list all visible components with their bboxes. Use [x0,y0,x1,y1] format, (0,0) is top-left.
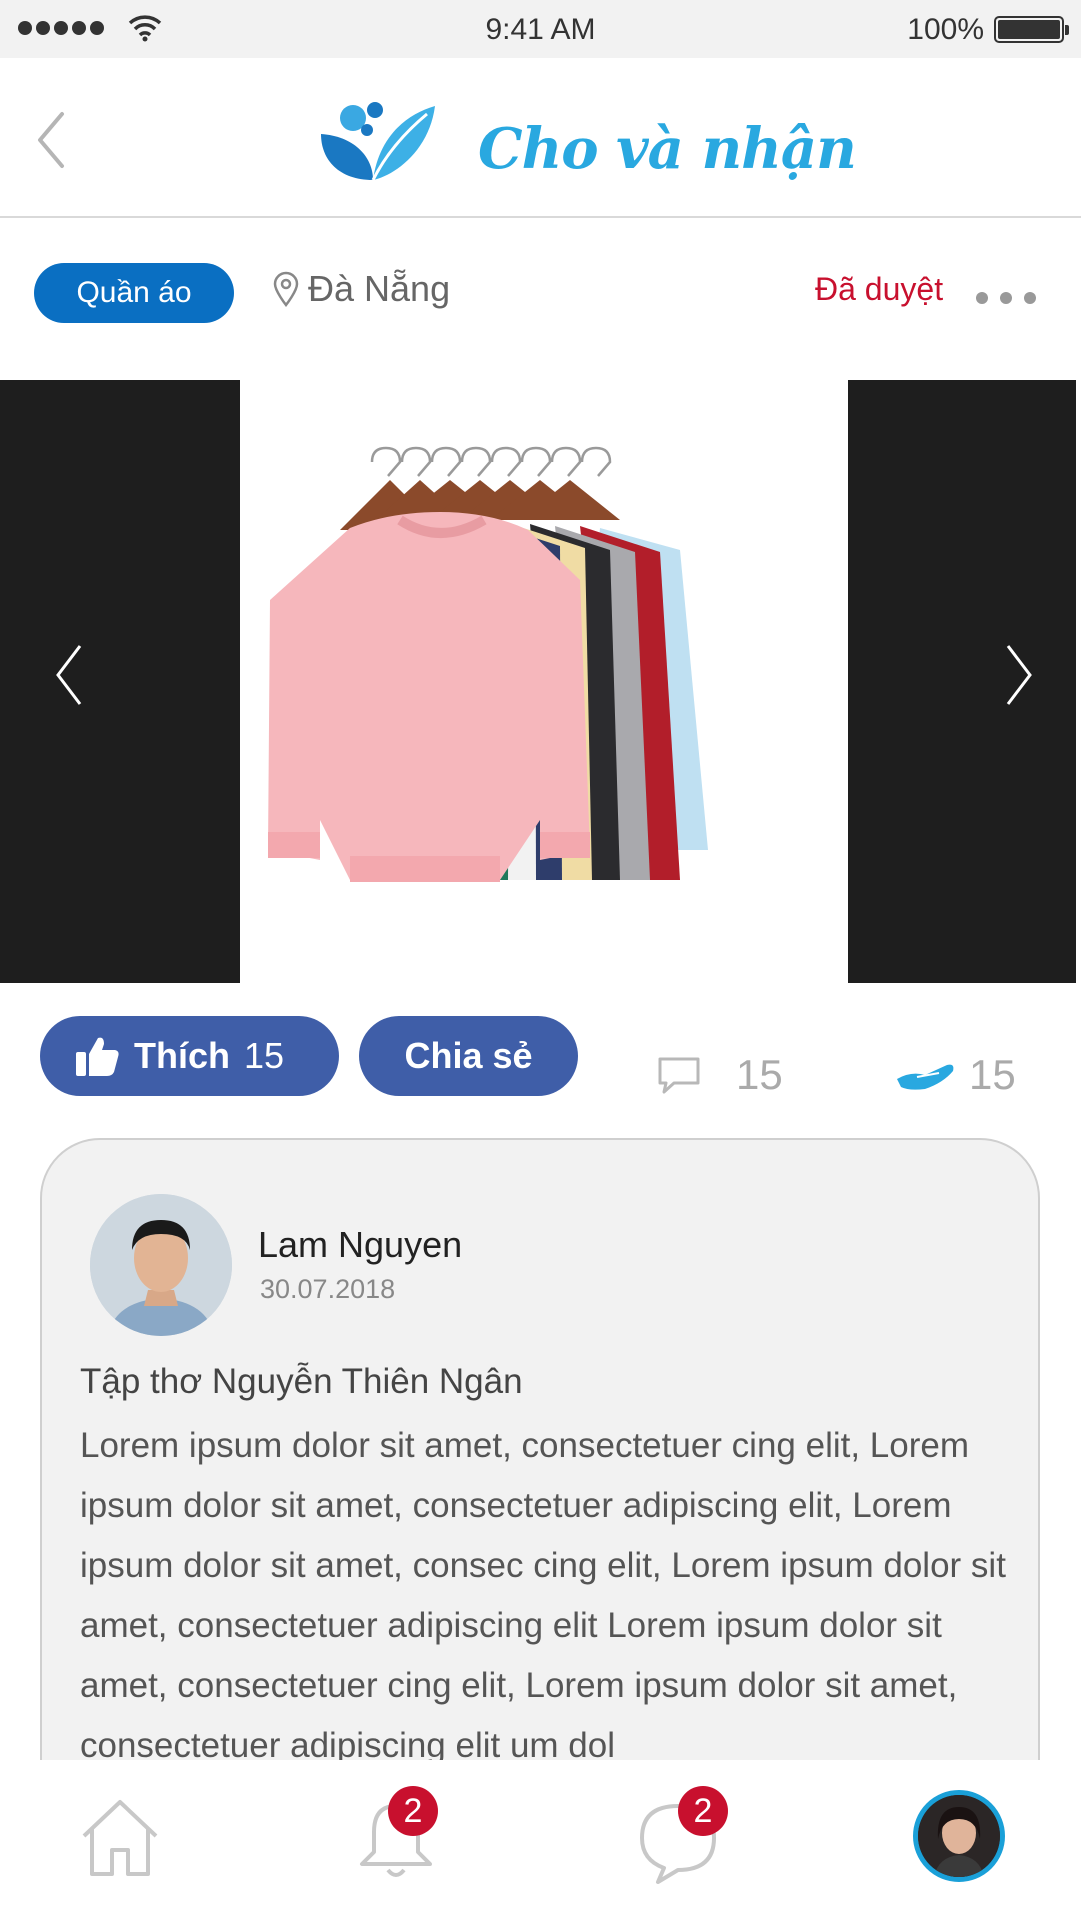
giving-hand-icon [897,1064,954,1090]
tab-messages[interactable]: 2 [634,1786,728,1886]
message-badge: 2 [678,1786,728,1836]
like-button[interactable]: Thích 15 [40,1016,339,1096]
post-card: Lam Nguyen 30.07.2018 Tập thơ Nguyễn Thi… [40,1138,1040,1838]
location-text: Đà Nẵng [308,268,451,309]
status-bar: 9:41 AM 100% [0,0,1081,58]
image-gallery [0,380,1076,983]
battery-icon [994,16,1069,43]
give-count: 15 [969,1051,1016,1098]
map-pin-icon [273,271,299,307]
like-label: Thích [134,1035,230,1076]
author-avatar[interactable] [90,1194,232,1336]
more-options-button[interactable] [976,292,1036,304]
comment-stat[interactable]: 15 [656,1051,783,1099]
share-button[interactable]: Chia sẻ [359,1016,578,1096]
location: Đà Nẵng [272,268,450,310]
author-name[interactable]: Lam Nguyen [258,1224,462,1266]
post-date: 30.07.2018 [260,1274,396,1304]
battery-percent: 100% [907,13,984,46]
tab-notifications[interactable]: 2 [352,1786,442,1886]
home-icon[interactable] [78,1796,162,1880]
back-button[interactable] [32,108,72,172]
notification-badge: 2 [388,1786,438,1836]
profile-avatar[interactable] [913,1790,1005,1882]
category-badge[interactable]: Quần áo [34,263,234,323]
comment-count: 15 [736,1051,783,1098]
chevron-left-icon[interactable] [50,640,90,710]
approval-status: Đã duyệt [815,271,944,307]
app-title: Cho và nhận [478,116,857,182]
product-image [240,380,848,983]
give-stat[interactable]: 15 [895,1051,1016,1099]
chevron-right-icon[interactable] [998,640,1038,710]
gallery-next-area[interactable] [848,380,1076,983]
thumbs-up-icon [76,1037,119,1076]
comment-icon [658,1057,700,1094]
post-body: Lorem ipsum dolor sit amet, consectetuer… [80,1426,1006,1765]
logo-icon [321,102,435,181]
post-title: Tập thơ Nguyễn Thiên Ngân [80,1362,523,1401]
like-count: 15 [244,1035,285,1076]
bottom-tab-bar: 2 2 [0,1760,1081,1921]
gallery-prev-area[interactable] [0,380,240,983]
nav-header: Cho và nhận [0,58,1081,218]
